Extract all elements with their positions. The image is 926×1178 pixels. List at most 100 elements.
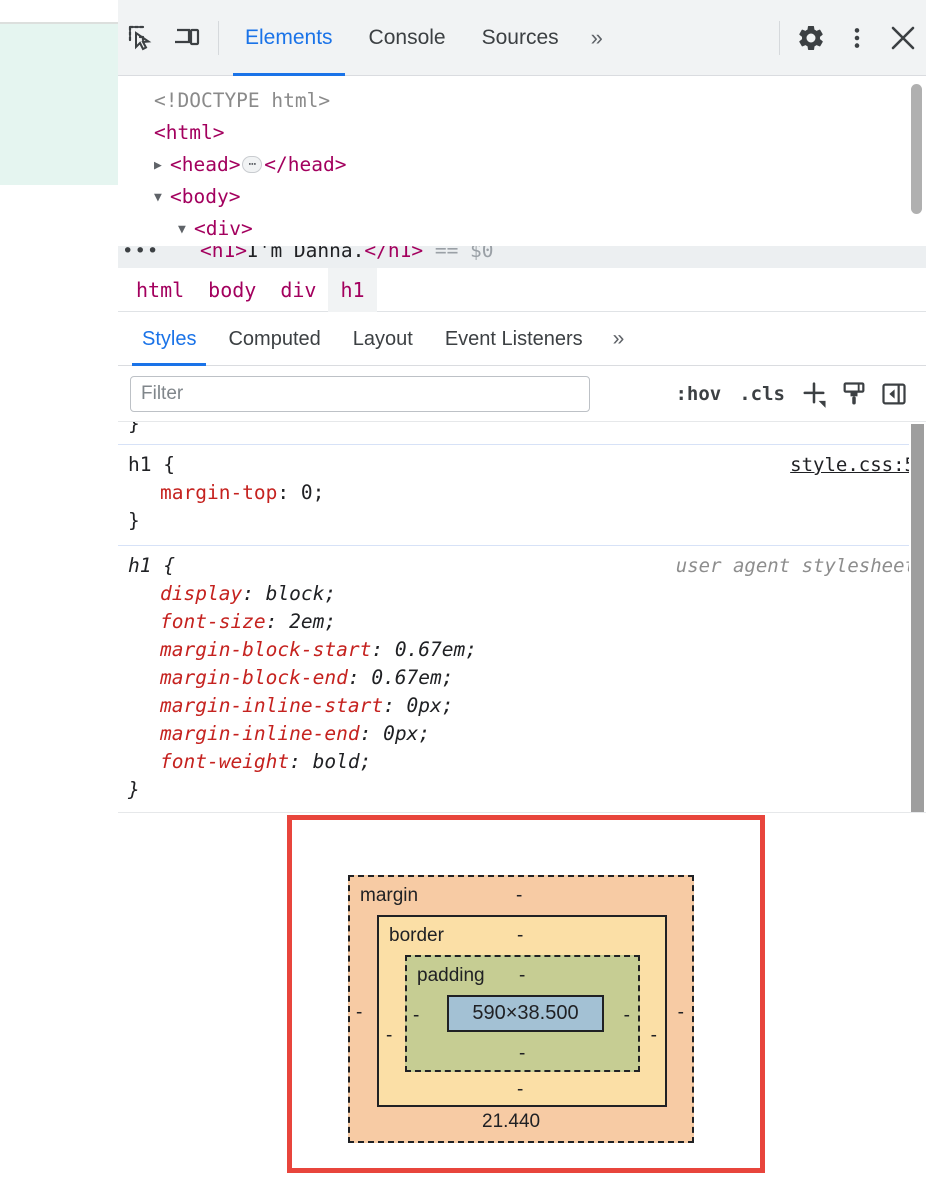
box-model-padding-bottom[interactable]: -	[519, 1043, 525, 1065]
tab-sources-label: Sources	[481, 25, 559, 49]
css-value[interactable]: 0	[301, 481, 313, 504]
box-model-border-label: border	[389, 925, 444, 946]
css-declaration[interactable]: margin-top: 0;	[118, 479, 926, 507]
styles-more-tabs-chevron-icon[interactable]: »	[599, 312, 639, 366]
box-model-padding-top[interactable]: -	[519, 965, 525, 987]
breadcrumb-item-div[interactable]: div	[268, 268, 328, 312]
dom-line-h1-selected[interactable]: ••• <h1>I'm Dahna.</h1> == $0	[118, 246, 926, 268]
collapsed-children-icon[interactable]: ⋯	[242, 156, 263, 173]
toggle-sidebar-icon[interactable]	[874, 374, 914, 414]
device-toolbar-icon[interactable]	[164, 15, 210, 61]
box-model-border-top[interactable]: -	[517, 925, 523, 947]
css-property-margin-block-end: margin-block-end	[160, 666, 348, 689]
breadcrumb-item-body[interactable]: body	[196, 268, 268, 312]
box-model-border-right[interactable]: -	[651, 1025, 657, 1047]
expand-arrow-head-icon[interactable]: ▶	[154, 150, 170, 182]
box-model-margin-left[interactable]: -	[356, 1002, 362, 1024]
styles-pane-tabs: Styles Computed Layout Event Listeners »	[118, 312, 926, 366]
css-property-font-weight: font-weight	[160, 750, 290, 773]
filter-input[interactable]	[130, 375, 590, 412]
dom-head-open-tag: <head>	[170, 153, 241, 176]
inspect-element-icon[interactable]	[118, 15, 164, 61]
css-declaration-display: display: block;	[160, 582, 337, 605]
dom-h1-text: <h1>I'm Dahna.</h1> == $0	[200, 246, 494, 262]
webpage-left-strip	[0, 0, 118, 1178]
box-model-margin-right[interactable]: -	[678, 1002, 684, 1024]
box-model-padding-left[interactable]: -	[413, 1005, 419, 1027]
css-declaration-margin-block-start: margin-block-start: 0.67em;	[160, 638, 478, 661]
box-model-margin-layer[interactable]: margin - - - 21.440 border - - - - paddi…	[348, 875, 694, 1143]
collapse-arrow-body-icon[interactable]: ▼	[154, 182, 170, 214]
box-model-padding-right[interactable]: -	[624, 1005, 630, 1027]
css-origin-link[interactable]: style.css:5	[790, 451, 916, 479]
box-model-padding-label: padding	[417, 965, 485, 986]
dom-line-body[interactable]: ▼ <body>	[132, 181, 926, 213]
css-property[interactable]: margin-top	[160, 481, 277, 504]
dom-div-tag: <div>	[194, 217, 253, 240]
cls-toggle-button[interactable]: .cls	[730, 383, 794, 405]
devtools-window: Elements Console Sources » <!DOCTYPE htm…	[118, 0, 926, 1178]
dom-line-html[interactable]: <html>	[132, 117, 926, 149]
tab-computed[interactable]: Computed	[212, 312, 336, 366]
dom-line-div[interactable]: ▼ <div>	[132, 213, 926, 245]
css-declaration-font-weight: font-weight: bold;	[160, 750, 372, 773]
box-model-content-box[interactable]: 590×38.500	[447, 995, 604, 1032]
panel-tabs: Elements Console Sources	[227, 0, 577, 76]
page-hero-section	[0, 24, 118, 185]
dom-overflow-dots-icon[interactable]: •••	[122, 246, 159, 262]
collapse-arrow-div-icon[interactable]: ▼	[178, 214, 194, 246]
breadcrumb-item-html[interactable]: html	[124, 268, 196, 312]
css-declaration-margin-block-end: margin-block-end: 0.67em;	[160, 666, 454, 689]
css-rule-partial-top: }	[118, 422, 926, 444]
tab-sources[interactable]: Sources	[464, 0, 577, 76]
devtools-toolbar: Elements Console Sources »	[118, 0, 926, 76]
css-rules-list: } h1 { style.css:5 margin-top: 0; } h1 {…	[118, 422, 926, 812]
breadcrumb: html body div h1	[118, 267, 926, 312]
box-model-highlight-frame: margin - - - 21.440 border - - - - paddi…	[287, 815, 765, 1173]
breadcrumb-item-h1[interactable]: h1	[328, 267, 377, 312]
kebab-menu-icon[interactable]	[834, 15, 880, 61]
css-rule-user-agent[interactable]: h1 { user agent stylesheet display: bloc…	[118, 545, 926, 812]
box-model-border-layer[interactable]: border - - - - padding - - - - 590×38.50…	[377, 915, 667, 1107]
css-rule-header-ua: h1 { user agent stylesheet	[118, 552, 926, 580]
tab-event-listeners[interactable]: Event Listeners	[429, 312, 599, 366]
paintbrush-icon[interactable]	[834, 374, 874, 414]
box-model-margin-label: margin	[360, 885, 419, 906]
css-property-margin-block-start: margin-block-start	[160, 638, 372, 661]
styles-more-tabs-label: »	[612, 327, 625, 350]
dom-selected-marker: == $0	[434, 246, 494, 262]
dom-body-tag: <body>	[170, 185, 241, 208]
gear-icon[interactable]	[788, 15, 834, 61]
dom-tree[interactable]: <!DOCTYPE html> <html> ▶ <head> ⋯ </head> ▼…	[118, 76, 926, 246]
tab-computed-label: Computed	[228, 327, 321, 350]
close-icon[interactable]	[880, 15, 926, 61]
dom-line-head[interactable]: ▶ <head> ⋯ </head>	[132, 149, 926, 181]
hov-toggle-button[interactable]: :hov	[666, 383, 730, 405]
box-model-padding-layer[interactable]: padding - - - - 590×38.500	[405, 955, 640, 1072]
plus-icon[interactable]	[794, 374, 834, 414]
tab-elements[interactable]: Elements	[227, 0, 351, 76]
css-declaration-margin-inline-start: margin-inline-start: 0px;	[160, 694, 454, 717]
toolbar-divider-right	[779, 20, 780, 55]
box-model-content-size[interactable]: 590×38.500	[472, 1002, 578, 1025]
css-selector[interactable]: h1 {	[128, 451, 175, 479]
more-tabs-label: »	[590, 24, 603, 50]
tab-styles[interactable]: Styles	[126, 312, 212, 366]
dom-line-doctype[interactable]: <!DOCTYPE html>	[132, 85, 926, 117]
css-selector-ua: h1 {	[128, 554, 175, 577]
css-value-font-weight: bold	[312, 750, 360, 773]
tab-console[interactable]: Console	[351, 0, 464, 76]
css-value-margin-inline-start: 0px	[406, 694, 442, 717]
box-model-border-left[interactable]: -	[386, 1025, 392, 1047]
tab-layout-label: Layout	[352, 327, 413, 350]
box-model-margin-top[interactable]: -	[516, 885, 522, 907]
dom-head-close-tag: </head>	[264, 153, 347, 176]
dom-tree-scrollbar-thumb[interactable]	[911, 84, 922, 214]
tab-layout[interactable]: Layout	[337, 312, 429, 366]
more-tabs-chevron-icon[interactable]: »	[577, 0, 617, 76]
css-rule-author[interactable]: h1 { style.css:5 margin-top: 0; }	[118, 444, 926, 545]
tab-console-label: Console	[368, 25, 446, 49]
box-model-border-bottom[interactable]: -	[517, 1079, 523, 1101]
box-model-margin-bottom[interactable]: 21.440	[482, 1111, 540, 1133]
css-property-font-size: font-size	[160, 610, 266, 633]
